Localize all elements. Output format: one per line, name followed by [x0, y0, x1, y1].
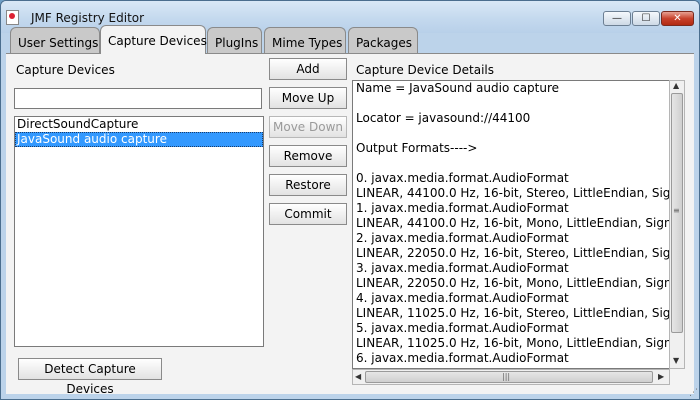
capture-devices-label: Capture Devices [16, 63, 115, 77]
minimize-button[interactable]: — [603, 11, 631, 26]
move-down-button[interactable]: Move Down [269, 116, 347, 138]
format-line: 4. javax.media.format.AudioFormat [356, 291, 569, 305]
tab-user-settings[interactable]: User Settings [10, 27, 100, 53]
tab-packages[interactable]: Packages [348, 27, 418, 53]
format-line: 2. javax.media.format.AudioFormat [356, 231, 569, 245]
format-line: 6. javax.media.format.AudioFormat [356, 351, 569, 365]
details-text-area[interactable]: Name = JavaSound audio capture Locator =… [352, 80, 670, 369]
format-line: 0. javax.media.format.AudioFormat [356, 171, 569, 185]
grip-icon: ≡ [673, 206, 680, 215]
restore-button[interactable]: Restore [269, 174, 347, 196]
commit-button[interactable]: Commit [269, 203, 347, 225]
tab-mime-types[interactable]: Mime Types [264, 27, 346, 53]
remove-button[interactable]: Remove [269, 145, 347, 167]
scroll-up-icon[interactable]: ▲ [673, 81, 679, 90]
details-formats-header: Output Formats----> [356, 141, 478, 155]
java-app-icon [6, 10, 19, 25]
format-line: LINEAR, 44100.0 Hz, 16-bit, Mono, Little… [356, 216, 670, 230]
maximize-button[interactable]: ☐ [632, 11, 660, 26]
details-vertical-scrollbar[interactable]: ▲ ≡ ▼ [669, 80, 685, 369]
format-line: LINEAR, 44100.0 Hz, 16-bit, Stereo, Litt… [356, 186, 670, 200]
list-item[interactable]: DirectSoundCapture [15, 117, 263, 132]
format-line: 5. javax.media.format.AudioFormat [356, 321, 569, 335]
scroll-right-icon[interactable]: ▶ [658, 372, 664, 381]
list-item-selected[interactable]: JavaSound audio capture [15, 132, 263, 147]
window-title: JMF Registry Editor [31, 11, 145, 25]
horizontal-scroll-thumb[interactable]: ||| [365, 371, 653, 383]
scroll-left-icon[interactable]: ◀ [355, 372, 361, 381]
move-up-button[interactable]: Move Up [269, 87, 347, 109]
format-line: LINEAR, 22050.0 Hz, 16-bit, Stereo, Litt… [356, 246, 670, 260]
format-line: LINEAR, 11025.0 Hz, 16-bit, Mono, Little… [356, 336, 670, 350]
details-label: Capture Device Details [356, 63, 494, 77]
capture-device-list[interactable]: DirectSoundCapture JavaSound audio captu… [14, 116, 264, 347]
close-button[interactable]: ✕ [661, 11, 694, 26]
resize-grip-icon[interactable]: ⋰ [689, 388, 698, 398]
format-line: LINEAR, 11025.0 Hz, 16-bit, Stereo, Litt… [356, 306, 670, 320]
format-line: LINEAR, 22050.0 Hz, 16-bit, Mono, Little… [356, 276, 670, 290]
details-name: Name = JavaSound audio capture [356, 81, 560, 95]
tab-plugins[interactable]: PlugIns [207, 27, 262, 53]
grip-icon: ||| [502, 372, 511, 381]
details-horizontal-scrollbar[interactable]: ◀ ||| ▶ [352, 369, 670, 385]
detect-capture-devices-button[interactable]: Detect Capture Devices [18, 358, 162, 396]
format-line: 1. javax.media.format.AudioFormat [356, 201, 569, 215]
scroll-down-icon[interactable]: ▼ [673, 356, 679, 365]
tab-capture-devices[interactable]: Capture Devices [100, 25, 207, 54]
vertical-scroll-thumb[interactable]: ≡ [671, 93, 683, 333]
details-locator: Locator = javasound://44100 [356, 111, 531, 125]
add-button[interactable]: Add [269, 58, 347, 80]
format-line: 3. javax.media.format.AudioFormat [356, 261, 569, 275]
device-name-input[interactable] [14, 88, 262, 109]
